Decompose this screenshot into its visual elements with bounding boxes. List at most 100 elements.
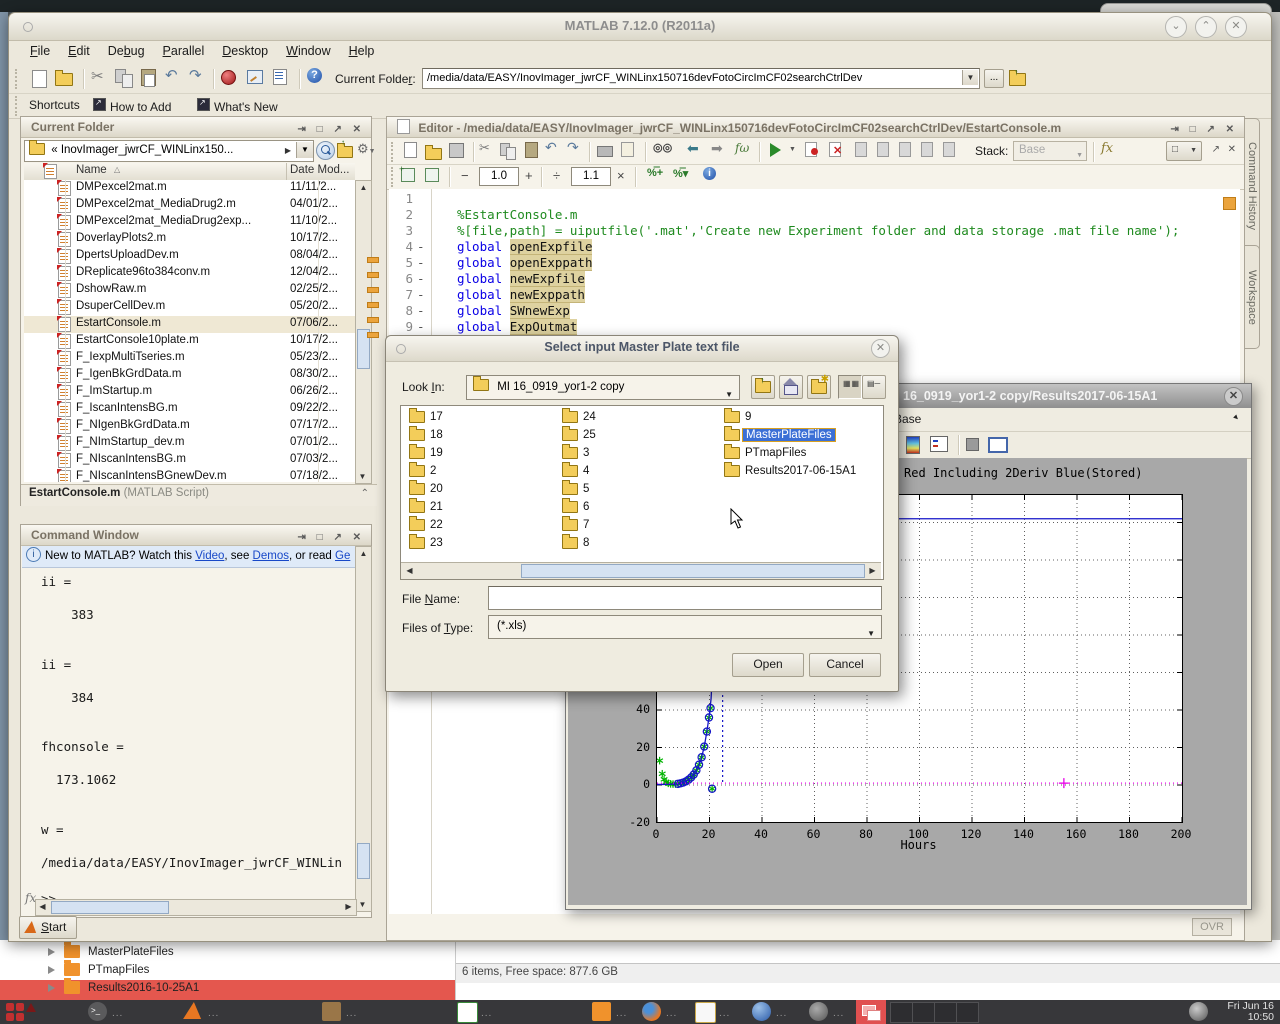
taskbar-item-document[interactable] <box>695 1002 716 1023</box>
code-line[interactable]: global SWnewExp <box>457 303 570 318</box>
stack-combo[interactable]: Base ▼ <box>1013 141 1087 161</box>
menu-desktop[interactable]: Desktop <box>222 44 268 58</box>
taskbar-item-libreoffice[interactable] <box>752 1002 771 1021</box>
demos-link[interactable]: Demos <box>253 550 289 562</box>
minimize-button[interactable]: ⌄ <box>1165 16 1187 38</box>
scroll-right-icon[interactable]: ▶ <box>866 564 879 577</box>
open-file-icon[interactable] <box>55 71 76 91</box>
exit-debug-icon[interactable] <box>943 142 964 162</box>
panel-buttons[interactable]: ⇥ □ ↗ ✕ <box>1170 120 1238 140</box>
list-column-header[interactable]: Name △ Date Mod... <box>24 163 355 181</box>
file-detail-bar[interactable]: EstartConsole.m (MATLAB Script) ⌃ <box>21 484 377 506</box>
clear-breakpoints-icon[interactable]: ✕ <box>829 142 850 162</box>
folder-item-2[interactable]: 2 <box>409 465 436 481</box>
folder-item-17[interactable]: 17 <box>409 411 443 427</box>
run-icon[interactable] <box>767 141 788 161</box>
home-button[interactable] <box>779 375 803 399</box>
expand-triangle-icon[interactable] <box>48 948 55 956</box>
editor-layout-button[interactable]: □▼ <box>1166 141 1202 161</box>
code-line[interactable]: %EstartConsole.m <box>457 207 577 222</box>
step-out-icon[interactable] <box>899 142 920 162</box>
clock[interactable]: Fri Jun 16 10:50 <box>1227 1001 1274 1023</box>
comment-percent-icon[interactable]: %̿+ <box>647 167 663 179</box>
command-output[interactable]: ii = 383 ii = 384 fhconsole = 173.1062 w… <box>41 574 353 871</box>
gear-icon[interactable]: ⚙▼ <box>357 141 376 157</box>
code-line[interactable]: global openExpfile <box>457 239 592 254</box>
folder-item-Results2017-06-15A1[interactable]: Results2017-06-15A1 <box>724 465 856 481</box>
fx-browser-icon[interactable]: fx <box>1101 141 1122 161</box>
zoom-region-icon[interactable] <box>988 437 1008 453</box>
cancel-button[interactable]: Cancel <box>809 653 881 677</box>
scrollbar-thumb[interactable] <box>357 843 370 879</box>
uncomment-percent-icon[interactable]: %̿▾ <box>673 167 688 180</box>
close-icon[interactable]: ✕ <box>871 339 890 358</box>
scroll-down-icon[interactable]: ▼ <box>356 898 369 911</box>
folder-item-23[interactable]: 23 <box>409 537 443 553</box>
code-line[interactable]: global newExppath <box>457 287 585 302</box>
mlint-warning-mark[interactable] <box>367 332 379 338</box>
matlab-titlebar[interactable]: MATLAB 7.12.0 (R2011a) ⌄ ⌃ ✕ <box>9 13 1271 41</box>
date-column[interactable]: Date Mod... <box>290 164 349 176</box>
value-field-2[interactable]: 1.1 <box>571 167 611 186</box>
files-of-type-combo[interactable]: (*.xls) ▼ <box>488 615 882 639</box>
insert-cell-icon[interactable]: + <box>401 168 422 188</box>
info-icon[interactable]: i <box>703 167 724 187</box>
folder-item-19[interactable]: 19 <box>409 447 443 463</box>
copy-icon[interactable] <box>115 69 136 89</box>
folder-item-5[interactable]: 5 <box>562 483 589 499</box>
close-icon[interactable]: ✕ <box>1224 387 1243 406</box>
folder-item-25[interactable]: 25 <box>562 429 596 445</box>
maximize-button[interactable]: ⌃ <box>1195 16 1217 38</box>
mlint-indicator[interactable] <box>1223 197 1236 210</box>
scroll-left-icon[interactable]: ◀ <box>403 564 416 577</box>
file-row[interactable]: F_IscanIntensBG.m09/22/2... <box>24 401 355 418</box>
function-find-icon[interactable]: fω <box>735 141 756 161</box>
next-cell-icon[interactable] <box>425 168 446 188</box>
undo-icon[interactable]: ↶ <box>545 139 566 159</box>
redo-icon[interactable]: ↷ <box>567 139 588 159</box>
folder-item-6[interactable]: 6 <box>562 501 589 517</box>
taskbar-item-terminal[interactable]: >_ <box>88 1002 107 1021</box>
up-folder-icon[interactable]: ↑ <box>1009 71 1030 91</box>
file-row[interactable]: F_NIscanIntensBGnewDev.m07/18/2... <box>24 469 355 482</box>
code-line[interactable]: global ExpOutmat <box>457 319 577 334</box>
command-window-header[interactable]: Command Window ⇥ □ ↗ ✕ <box>21 525 371 546</box>
file-row[interactable]: DpertsUploadDev.m08/04/2... <box>24 248 355 265</box>
folder-item-20[interactable]: 20 <box>409 483 443 499</box>
file-row[interactable]: DshowRaw.m02/25/2... <box>24 282 355 299</box>
command-window-vscrollbar[interactable]: ▲ ▼ <box>355 546 372 912</box>
file-row[interactable]: F_IexpMultiTseries.m05/23/2... <box>24 350 355 367</box>
taskbar-item-firefox[interactable] <box>642 1002 661 1021</box>
shortcut-whats-new[interactable]: What's New <box>197 98 278 114</box>
toolbar-grip[interactable] <box>15 69 20 89</box>
file-row[interactable]: DoverlayPlots2.m10/17/2... <box>24 231 355 248</box>
folder-list[interactable]: ◀ ▶ 17181922021222324253456789MasterPlat… <box>400 405 884 580</box>
brush-icon[interactable] <box>966 438 979 451</box>
workspace-cell[interactable] <box>934 1002 957 1023</box>
folder-list-hscrollbar[interactable]: ◀ ▶ <box>401 562 881 579</box>
session-menu-icon[interactable] <box>1189 1002 1208 1021</box>
print-preview-icon[interactable] <box>621 142 642 162</box>
paste-icon[interactable] <box>523 142 544 162</box>
new-file-icon[interactable] <box>29 69 50 89</box>
workspace-cell[interactable] <box>912 1002 935 1023</box>
up-one-level-button[interactable]: ↑ <box>751 375 775 399</box>
close-editor-icon[interactable]: ✕ <box>1228 144 1236 155</box>
taskbar-item-libreoffice-calc[interactable] <box>457 1002 478 1023</box>
mlint-warning-mark[interactable] <box>367 272 379 278</box>
divide-icon[interactable]: ÷ <box>553 168 560 183</box>
taskbar-item-matlab[interactable] <box>183 1002 203 1019</box>
file-row[interactable]: F_NIgenBkGrdData.m07/17/2... <box>24 418 355 435</box>
multiply-icon[interactable]: × <box>617 168 625 183</box>
scrollbar-thumb[interactable] <box>521 564 865 578</box>
scroll-left-icon[interactable]: ◀ <box>36 900 49 913</box>
list-view-button[interactable]: ▤─ <box>862 375 886 399</box>
search-icon[interactable] <box>316 141 335 160</box>
mlint-warning-mark[interactable] <box>367 302 379 308</box>
menu-debug[interactable]: Debug <box>108 44 145 58</box>
legend-icon[interactable] <box>930 436 948 452</box>
tab-workspace[interactable]: Workspace <box>1245 245 1260 349</box>
taskbar-item-file-manager[interactable] <box>322 1002 341 1021</box>
file-row[interactable]: EstartConsole10plate.m10/17/2... <box>24 333 355 350</box>
current-folder-path-input[interactable]: /media/data/EASY/InovImager_jwrCF_WINLin… <box>422 68 980 89</box>
